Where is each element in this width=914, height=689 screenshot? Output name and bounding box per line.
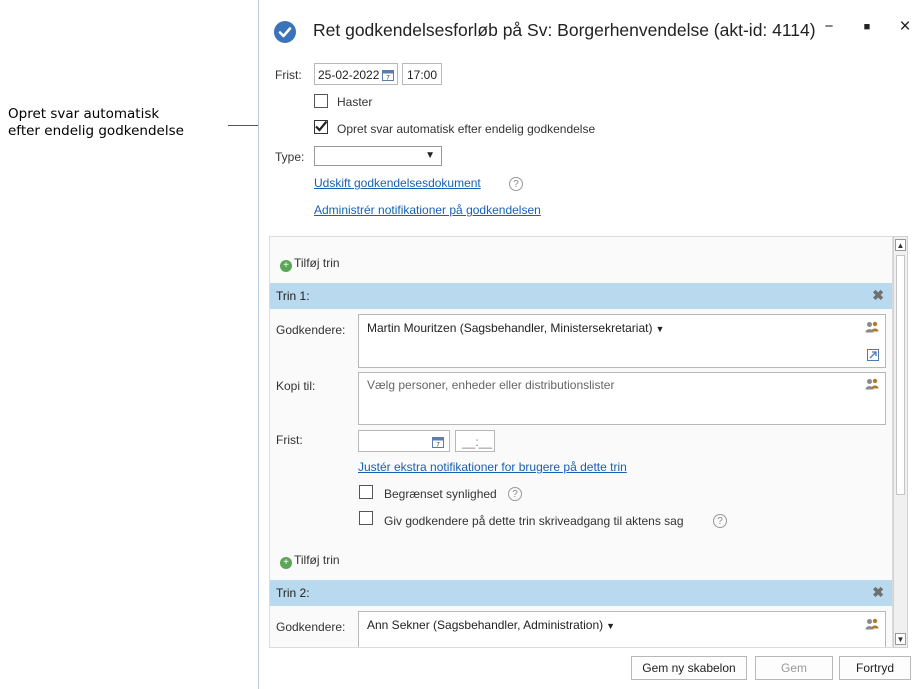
annotation-line1: Opret svar automatisk (8, 106, 160, 122)
step-1-copy-label: Kopi til: (276, 379, 316, 393)
close-button[interactable]: × (895, 16, 914, 38)
step-2-approvers-value: Ann Sekner (Sagsbehandler, Administratio… (367, 618, 616, 632)
step-2-approvers-field[interactable]: Ann Sekner (Sagsbehandler, Administratio… (358, 611, 886, 647)
add-step-label: Tilføj trin (294, 256, 340, 270)
write-access-label: Giv godkendere på dette trin skriveadgan… (384, 514, 684, 528)
step-1-approvers-field[interactable]: Martin Mouritzen (Sagsbehandler, Ministe… (358, 314, 886, 368)
type-dropdown[interactable]: ▼ (314, 146, 442, 166)
expand-icon[interactable] (867, 349, 879, 364)
add-icon: + (280, 557, 292, 569)
step-1-deadline-label: Frist: (276, 433, 303, 447)
replace-document-link[interactable]: Udskift godkendelsesdokument (314, 176, 481, 190)
save-template-button[interactable]: Gem ny skabelon (631, 656, 747, 680)
urgent-checkbox[interactable] (314, 94, 328, 108)
step-1-title: Trin 1: (276, 289, 310, 303)
step-1-header: Trin 1: ✖ (270, 283, 892, 309)
remove-step-2-icon[interactable]: ✖ (872, 584, 884, 601)
step-1-deadline-date-field[interactable]: 7 (358, 430, 450, 452)
save-button[interactable]: Gem (755, 656, 833, 680)
step-1-copy-placeholder: Vælg personer, enheder eller distributio… (367, 378, 615, 392)
step-1-approvers-value: Martin Mouritzen (Sagsbehandler, Ministe… (367, 321, 665, 335)
help-icon[interactable]: ? (508, 487, 522, 501)
scrollbar-thumb[interactable] (896, 255, 905, 495)
deadline-date-value: 25-02-2022 (318, 68, 380, 82)
title-bar: Ret godkendelsesforløb på Sv: Borgerhenv… (259, 0, 914, 56)
step-2-header: Trin 2: ✖ (270, 580, 892, 606)
manage-notifications-link[interactable]: Administrér notifikationer på godkendels… (314, 203, 541, 217)
cancel-button[interactable]: Fortryd (839, 656, 911, 680)
maximize-button[interactable]: ■ (857, 21, 877, 33)
annotation-callout: Opret svar automatisk efter endelig godk… (8, 106, 184, 140)
deadline-time-field[interactable]: 17:00 (402, 63, 442, 85)
deadline-time-value: 17:00 (407, 68, 438, 82)
dropdown-arrow-icon: ▼ (606, 621, 616, 631)
people-icon[interactable] (865, 378, 879, 393)
calendar-icon[interactable]: 7 (382, 68, 394, 86)
scroll-up-icon[interactable]: ▲ (895, 239, 906, 251)
step-1-notifications-link[interactable]: Justér ekstra notifikationer for brugere… (358, 460, 627, 474)
add-step-button-1[interactable]: + Tilføj trin (280, 256, 340, 272)
add-icon: + (280, 260, 292, 272)
restricted-visibility-checkbox[interactable] (359, 485, 373, 499)
approval-dialog: Ret godkendelsesforløb på Sv: Borgerhenv… (258, 0, 914, 689)
check-circle-icon (274, 21, 296, 43)
calendar-icon[interactable]: 7 (432, 435, 444, 453)
auto-reply-checkbox[interactable] (314, 120, 328, 134)
step-1-deadline-time-field[interactable]: __:__ (455, 430, 495, 452)
scroll-down-icon[interactable]: ▼ (895, 633, 906, 645)
remove-step-1-icon[interactable]: ✖ (872, 287, 884, 304)
minimize-button[interactable]: − (819, 18, 839, 35)
people-icon[interactable] (865, 321, 879, 336)
help-icon[interactable]: ? (509, 177, 523, 191)
step-2-approvers-label: Godkendere: (276, 620, 346, 634)
dropdown-arrow-icon: ▼ (425, 150, 435, 161)
steps-scrollbar[interactable]: ▲ ▼ (893, 236, 908, 648)
auto-reply-label: Opret svar automatisk efter endelig godk… (337, 122, 596, 136)
annotation-line2: efter endelig godkendelse (8, 123, 184, 139)
people-icon[interactable] (865, 618, 879, 633)
steps-panel: + Tilføj trin Trin 1: ✖ Godkendere: Marti… (269, 236, 893, 648)
deadline-label: Frist: (275, 68, 302, 82)
checkmark-icon (315, 120, 328, 132)
window-title: Ret godkendelsesforløb på Sv: Borgerhenv… (313, 20, 816, 40)
add-step-button-2[interactable]: + Tilføj trin (280, 553, 340, 569)
dropdown-arrow-icon: ▼ (655, 324, 665, 334)
add-step-label: Tilføj trin (294, 553, 340, 567)
deadline-date-field[interactable]: 25-02-2022 7 (314, 63, 398, 85)
urgent-label: Haster (337, 95, 373, 109)
restricted-visibility-label: Begrænset synlighed (384, 487, 497, 501)
type-label: Type: (275, 150, 305, 164)
write-access-checkbox[interactable] (359, 511, 373, 525)
step-2-title: Trin 2: (276, 586, 310, 600)
help-icon[interactable]: ? (713, 514, 727, 528)
step-1-copy-field[interactable]: Vælg personer, enheder eller distributio… (358, 372, 886, 425)
step-1-approvers-label: Godkendere: (276, 323, 346, 337)
step-1-deadline-time-value: __:__ (462, 435, 493, 449)
